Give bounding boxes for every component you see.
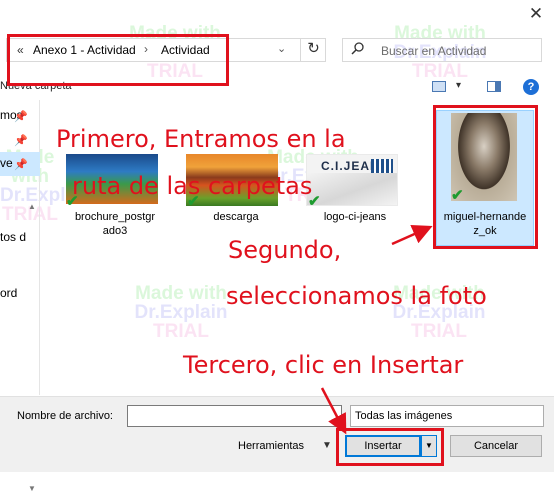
scroll-down-icon[interactable]: ▼ [28, 484, 36, 493]
annotation-arrows [320, 224, 433, 435]
arrow-to-insert [320, 387, 347, 435]
arrow-to-photo [391, 224, 433, 246]
